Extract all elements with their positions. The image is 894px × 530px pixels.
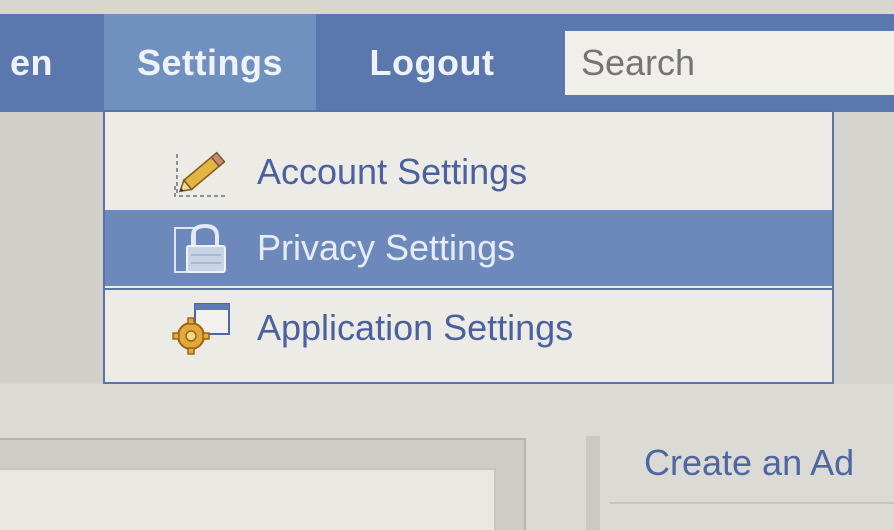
content-panel-inner — [0, 468, 496, 530]
sidebar-divider — [610, 502, 894, 504]
menu-item-account-settings[interactable]: Account Settings — [105, 134, 832, 210]
nav-item-settings[interactable]: Settings — [104, 14, 316, 112]
menu-item-label: Application Settings — [257, 307, 574, 348]
nav-item-logout[interactable]: Logout — [332, 14, 532, 112]
create-ad-link[interactable]: Create an Ad — [644, 438, 854, 488]
gear-icon — [172, 303, 230, 355]
search-input[interactable] — [565, 31, 894, 95]
left-background-column — [0, 112, 104, 382]
lock-icon — [174, 223, 226, 273]
menu-item-privacy-settings[interactable]: Privacy Settings — [105, 210, 832, 286]
settings-dropdown-menu: Account Settings Privacy Settings Applic… — [103, 110, 834, 384]
top-navigation-bar: en Settings Logout — [0, 14, 894, 112]
menu-item-label: Privacy Settings — [257, 227, 516, 268]
nav-item-partial[interactable]: en — [0, 14, 100, 112]
menu-item-application-settings[interactable]: Application Settings — [105, 288, 832, 364]
pencil-icon — [174, 151, 227, 197]
column-divider — [586, 436, 600, 530]
top-background — [0, 0, 894, 14]
menu-item-label: Account Settings — [257, 151, 528, 192]
